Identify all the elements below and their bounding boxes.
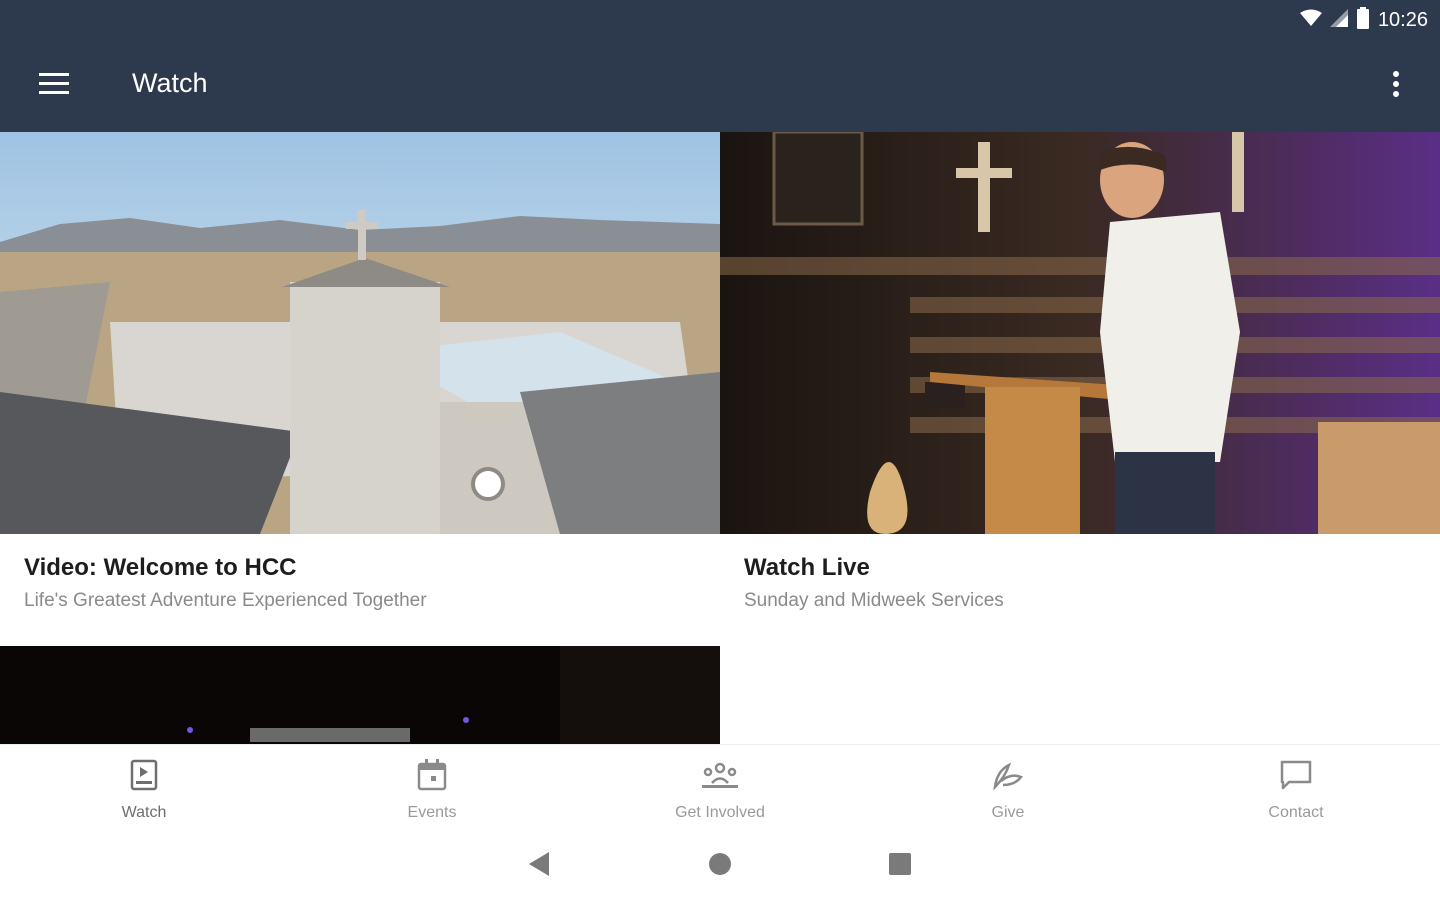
back-button[interactable]	[520, 846, 560, 886]
battery-icon	[1356, 6, 1370, 34]
video-card-welcome[interactable]: Video: Welcome to HCC Life's Greatest Ad…	[0, 132, 720, 646]
home-circle-icon	[708, 852, 732, 881]
system-navigation-bar	[0, 832, 1440, 900]
hamburger-icon	[39, 72, 69, 100]
nav-item-contact[interactable]: Contact	[1152, 745, 1440, 833]
home-button[interactable]	[700, 846, 740, 886]
nav-label: Events	[407, 804, 457, 821]
nav-item-watch[interactable]: Watch	[0, 745, 288, 833]
nav-label: Contact	[1268, 804, 1324, 821]
dark-stage-image	[0, 646, 720, 744]
calendar-icon	[417, 759, 447, 796]
nav-label: Get Involved	[675, 804, 765, 821]
nav-item-get-involved[interactable]: Get Involved	[576, 745, 864, 833]
page-title: Watch	[132, 68, 208, 98]
video-card-partial[interactable]	[0, 646, 720, 744]
card-subtitle: Life's Greatest Adventure Experienced To…	[24, 590, 427, 611]
card-title: Watch Live	[744, 554, 870, 581]
recents-button[interactable]	[880, 846, 920, 886]
group-icon	[701, 759, 739, 796]
church-building-image	[0, 132, 720, 534]
status-bar: 10:26	[1299, 6, 1428, 34]
app-bar: 10:26 Watch	[0, 0, 1440, 132]
card-subtitle: Sunday and Midweek Services	[744, 590, 1004, 611]
overflow-menu-button[interactable]	[1376, 62, 1416, 110]
card-title: Video: Welcome to HCC	[24, 554, 297, 581]
pastor-preaching-image	[720, 132, 1440, 534]
chat-icon	[1279, 759, 1313, 796]
watch-icon	[130, 759, 158, 796]
nav-item-give[interactable]: Give	[864, 745, 1152, 833]
status-time: 10:26	[1377, 8, 1428, 31]
nav-label: Give	[991, 804, 1025, 821]
more-vert-icon	[1393, 70, 1399, 102]
signal-icon	[1329, 8, 1348, 32]
wifi-icon	[1299, 9, 1322, 32]
give-icon	[991, 759, 1025, 796]
nav-label: Watch	[121, 804, 167, 821]
back-triangle-icon	[529, 851, 551, 881]
bottom-navigation: Watch Events Get Involved Give Contact	[0, 744, 1440, 832]
nav-item-events[interactable]: Events	[288, 745, 576, 833]
recents-square-icon	[889, 852, 911, 880]
video-card-watch-live[interactable]: Watch Live Sunday and Midweek Services	[720, 132, 1440, 744]
menu-button[interactable]	[30, 62, 78, 110]
